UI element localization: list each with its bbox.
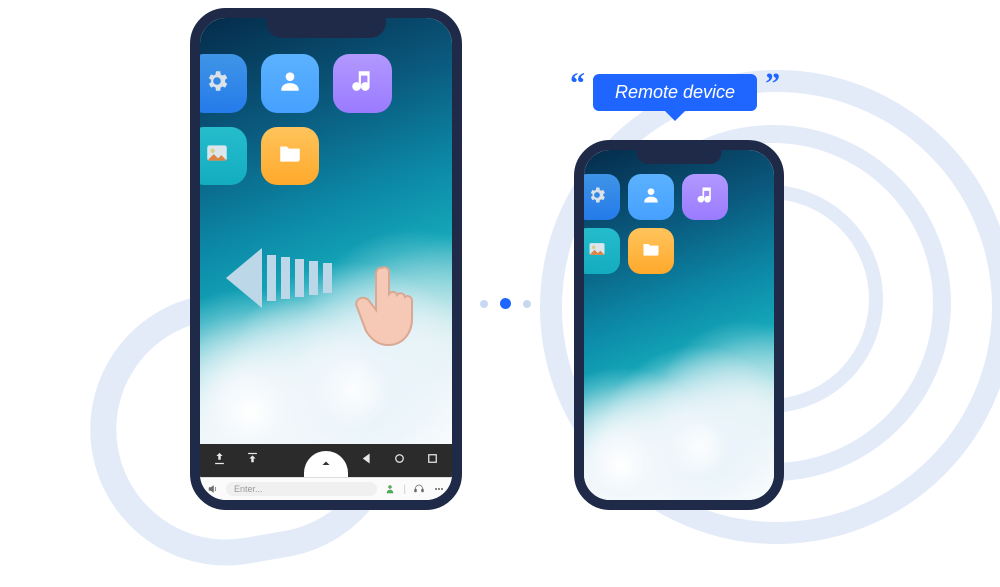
close-quote-icon: ”: [765, 74, 780, 94]
chat-input-placeholder: Enter...: [234, 484, 263, 494]
swipe-arrow-icon: [226, 248, 332, 308]
chat-input[interactable]: Enter...: [226, 482, 377, 496]
phone-notch: [637, 150, 722, 164]
upload-button[interactable]: [212, 451, 227, 471]
connection-dot: [480, 300, 488, 308]
gear-icon: [204, 68, 230, 99]
connection-dot: [523, 300, 531, 308]
remote-phone: [574, 140, 784, 510]
app-music[interactable]: [682, 174, 728, 220]
music-note-icon: [349, 68, 375, 99]
person-icon: [277, 68, 303, 99]
remote-device-callout: “ Remote device ”: [570, 74, 780, 111]
app-files[interactable]: [628, 228, 674, 274]
folder-icon: [277, 140, 303, 171]
gear-icon: [587, 185, 607, 210]
sound-toggle-button[interactable]: [206, 482, 220, 496]
connection-indicator: [480, 298, 531, 309]
app-gallery[interactable]: [190, 127, 247, 186]
person-icon: [641, 185, 661, 210]
app-grid: [190, 54, 462, 185]
chat-input-bar: Enter... |: [200, 477, 452, 500]
remote-device-label-text: Remote device: [615, 82, 735, 102]
send-button[interactable]: [383, 482, 397, 496]
toolbar-expand-button[interactable]: [304, 451, 348, 478]
app-grid: [574, 174, 782, 274]
app-settings[interactable]: [574, 174, 620, 220]
nav-home-button[interactable]: [392, 451, 407, 471]
remote-device-label: Remote device: [593, 74, 757, 111]
swipe-left-gesture: [226, 228, 426, 328]
folder-icon: [641, 239, 661, 264]
hand-pointer-icon: [352, 260, 432, 350]
more-button[interactable]: [432, 482, 446, 496]
app-contacts[interactable]: [261, 54, 320, 113]
picture-icon: [204, 140, 230, 171]
connection-dot-active: [500, 298, 511, 309]
control-toolbar: [200, 444, 452, 478]
app-contacts[interactable]: [628, 174, 674, 220]
app-music[interactable]: [333, 54, 392, 113]
local-phone: Enter... |: [190, 8, 462, 510]
app-files[interactable]: [261, 127, 320, 186]
chat-divider: |: [403, 484, 406, 495]
app-gallery[interactable]: [574, 228, 620, 274]
phone-notch: [266, 18, 386, 38]
open-quote-icon: “: [570, 74, 585, 94]
nav-recents-button[interactable]: [425, 451, 440, 471]
music-note-icon: [695, 185, 715, 210]
download-button[interactable]: [245, 451, 260, 471]
picture-icon: [587, 239, 607, 264]
nav-back-button[interactable]: [359, 451, 374, 471]
support-button[interactable]: [412, 482, 426, 496]
app-settings[interactable]: [190, 54, 247, 113]
